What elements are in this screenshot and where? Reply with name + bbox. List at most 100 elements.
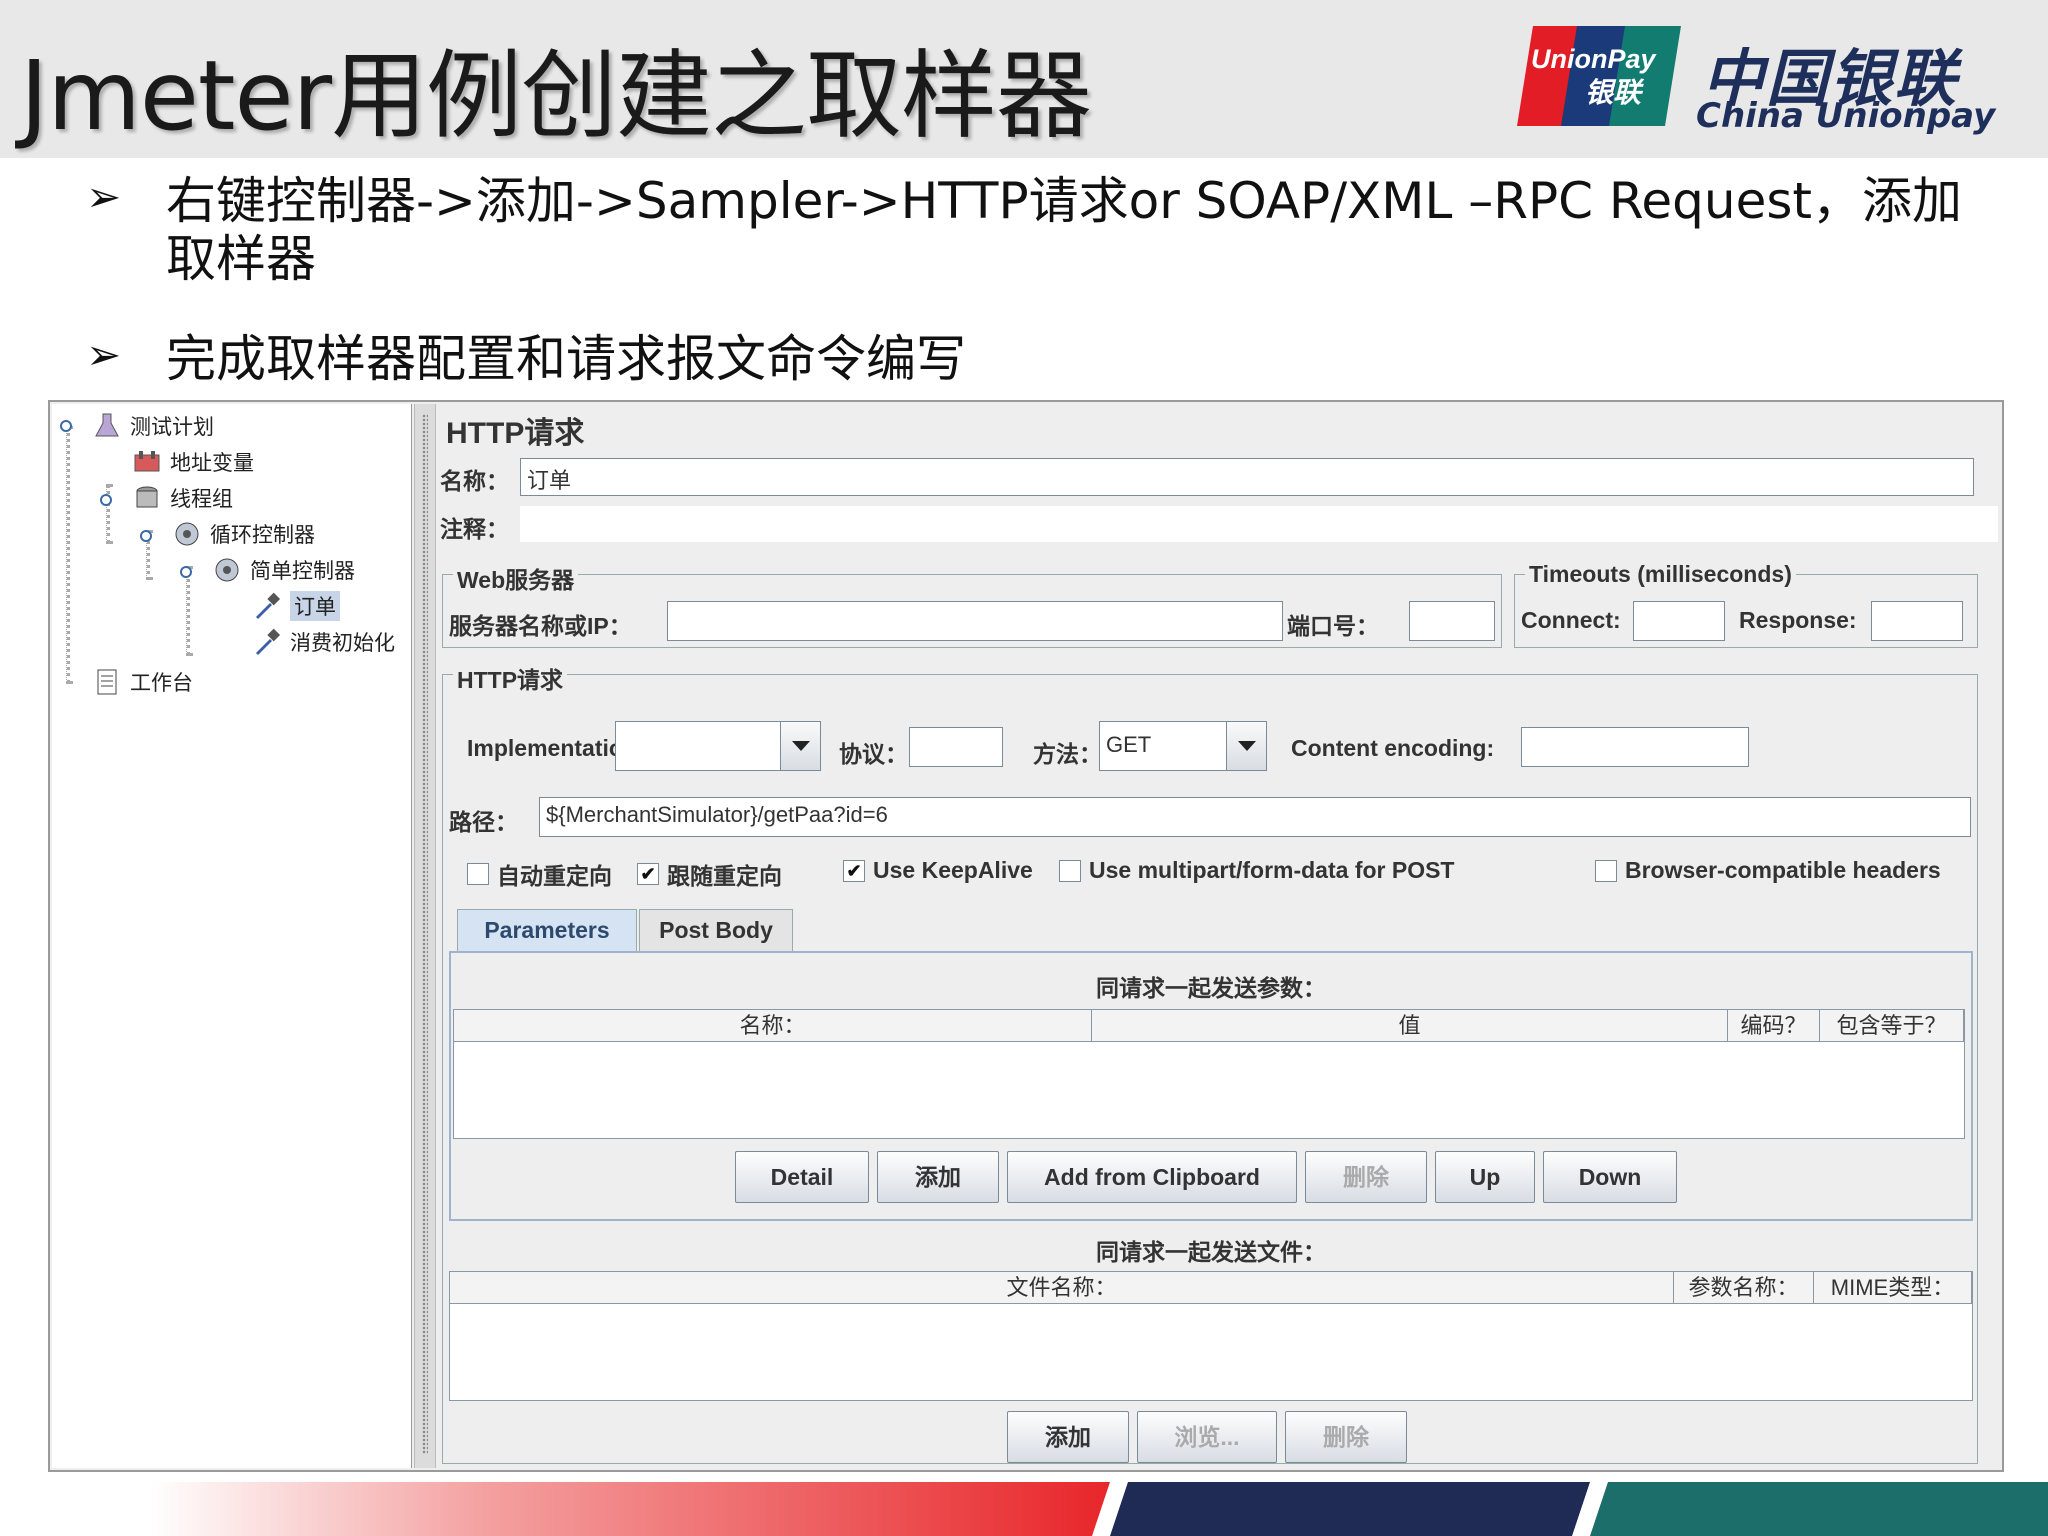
name-label: 名称： (440, 468, 509, 494)
jmeter-window: 测试计划 地址变量 线程组 循环控制器 简单控制器 订单 消费初始化 工作台 H… (48, 400, 2004, 1472)
tree-node-label: 工作台 (130, 672, 193, 695)
server-label: 服务器名称或IP： (449, 613, 632, 639)
add-param-button[interactable]: 添加 (877, 1151, 999, 1203)
tree-node-simple-controller[interactable]: 简单控制器 (212, 554, 355, 586)
checkbox-box[interactable]: ✔ (843, 859, 865, 882)
browse-button[interactable]: 浏览... (1137, 1411, 1277, 1463)
connect-label: Connect: (1521, 607, 1621, 633)
browser-headers-checkbox[interactable]: Browser-compatible headers (1595, 857, 1941, 884)
sampler-pipette-icon (256, 628, 281, 655)
protocol-field[interactable] (909, 727, 1003, 767)
splitter-grip (422, 414, 428, 1454)
checkbox-label: 跟随重定向 (667, 863, 782, 889)
multipart-checkbox[interactable]: Use multipart/form-data for POST (1059, 857, 1454, 884)
tree-node-label: 循环控制器 (210, 524, 315, 547)
bullet-arrow-icon: ➢ (86, 172, 122, 221)
checkbox-label: Browser-compatible headers (1625, 857, 1941, 883)
http-request-form: HTTP请求 名称： 订单 注释： Web服务器 服务器名称或IP： 端口号： … (438, 404, 2002, 1468)
web-server-group: Web服务器 服务器名称或IP： 端口号： (442, 561, 1502, 648)
config-element-icon (134, 451, 160, 472)
checkbox-box[interactable] (1059, 859, 1081, 882)
tree-node-loop-controller[interactable]: 循环控制器 (172, 518, 315, 550)
footer-band (150, 1482, 2048, 1536)
tree-expand-handle[interactable] (100, 494, 112, 506)
brand-name-en: China Unionpay (1696, 96, 1996, 136)
comment-label: 注释： (440, 516, 509, 542)
response-label: Response: (1739, 607, 1857, 633)
comment-field[interactable] (520, 506, 1998, 542)
keepalive-checkbox[interactable]: ✔ Use KeepAlive (843, 857, 1033, 884)
implementation-select[interactable] (615, 721, 821, 771)
method-label: 方法： (1033, 741, 1102, 767)
http-request-group: HTTP请求 Implementation: 协议： 方法： GET Conte… (442, 661, 1978, 1464)
simple-controller-icon (215, 558, 239, 582)
up-button[interactable]: Up (1435, 1151, 1535, 1203)
slide-title: Jmeter用例创建之取样器 (20, 40, 1092, 152)
sampler-pipette-icon (256, 592, 281, 619)
slide-header: Jmeter用例创建之取样器 UnionPay 银联 中国银联 China Un… (0, 0, 2048, 158)
add-from-clipboard-button[interactable]: Add from Clipboard (1007, 1151, 1297, 1203)
logo-text-en: UnionPay (1531, 44, 1658, 74)
port-field[interactable] (1409, 601, 1495, 641)
tree-node-label: 地址变量 (170, 452, 254, 475)
files-table[interactable]: 文件名称： 参数名称： MIME类型： (449, 1271, 1973, 1401)
path-label: 路径： (449, 809, 518, 835)
column-header-name[interactable]: 名称： (454, 1010, 1092, 1042)
method-select[interactable]: GET (1099, 721, 1267, 771)
checkbox-box[interactable] (1595, 859, 1617, 882)
http-request-group-title: HTTP请求 (453, 661, 568, 695)
column-header-encode[interactable]: 编码？ (1728, 1010, 1820, 1042)
path-field[interactable]: ${MerchantSimulator}/getPaa?id=6 (539, 797, 1971, 837)
column-header-mime-type[interactable]: MIME类型： (1814, 1272, 1972, 1304)
bullet-1-line-1: 右键控制器->添加->Sampler->HTTP请求or SOAP/XML –R… (166, 172, 1962, 230)
detail-button[interactable]: Detail (735, 1151, 869, 1203)
tree-expand-handle[interactable] (180, 566, 192, 578)
flask-icon (95, 413, 119, 437)
auto-redirect-checkbox[interactable]: 自动重定向 (467, 857, 612, 891)
protocol-label: 协议： (839, 741, 908, 767)
tree-node-consume-init[interactable]: 消费初始化 (252, 626, 395, 658)
tree-node-workbench[interactable]: 工作台 (92, 666, 193, 698)
chevron-down-icon[interactable] (780, 722, 820, 770)
tree-expand-handle[interactable] (60, 420, 72, 432)
bullet-1-line-2: 取样器 (166, 230, 316, 288)
loop-controller-icon (175, 522, 199, 546)
chevron-down-icon[interactable] (1226, 722, 1266, 770)
checkbox-box[interactable] (467, 863, 489, 885)
tree-node-thread-group[interactable]: 线程组 (132, 482, 233, 514)
unionpay-logo: UnionPay 银联 (1517, 26, 1681, 126)
bullet-arrow-icon: ➢ (86, 330, 122, 379)
server-field[interactable] (667, 601, 1283, 641)
encoding-field[interactable] (1521, 727, 1749, 767)
tab-parameters[interactable]: Parameters (457, 909, 637, 951)
tab-post-body[interactable]: Post Body (639, 909, 793, 951)
connect-field[interactable] (1633, 601, 1725, 641)
tree-node-address-variables[interactable]: 地址变量 (132, 446, 254, 478)
add-file-button[interactable]: 添加 (1007, 1411, 1129, 1463)
encoding-label: Content encoding: (1291, 735, 1495, 761)
tree-expand-handle[interactable] (140, 530, 152, 542)
column-header-value[interactable]: 值 (1092, 1010, 1728, 1042)
timeouts-group: Timeouts (milliseconds) Connect: Respons… (1514, 561, 1978, 648)
column-header-param-name[interactable]: 参数名称： (1674, 1272, 1814, 1304)
checkbox-box[interactable]: ✔ (637, 863, 659, 885)
pane-splitter[interactable] (414, 404, 436, 1468)
tree-node-test-plan[interactable]: 测试计划 (92, 410, 214, 442)
tree-node-label: 消费初始化 (290, 632, 395, 655)
delete-param-button[interactable]: 删除 (1305, 1151, 1427, 1203)
tree-node-order[interactable]: 订单 (252, 590, 340, 622)
parameters-table[interactable]: 名称： 值 编码？ 包含等于？ (453, 1009, 1965, 1139)
timeouts-title: Timeouts (milliseconds) (1525, 561, 1796, 588)
column-header-include-equals[interactable]: 包含等于？ (1820, 1010, 1964, 1042)
tree-node-label: 测试计划 (130, 416, 214, 439)
delete-file-button[interactable]: 删除 (1285, 1411, 1407, 1463)
slide: Jmeter用例创建之取样器 UnionPay 银联 中国银联 China Un… (0, 0, 2048, 1536)
column-header-file-name[interactable]: 文件名称： (450, 1272, 1674, 1304)
name-field[interactable]: 订单 (520, 458, 1974, 496)
down-button[interactable]: Down (1543, 1151, 1677, 1203)
tree-line (106, 484, 110, 544)
checkbox-label: Use KeepAlive (873, 857, 1033, 883)
parameters-panel: 同请求一起发送参数： 名称： 值 编码？ 包含等于？ Detail 添加 Add… (449, 951, 1973, 1221)
response-field[interactable] (1871, 601, 1963, 641)
follow-redirect-checkbox[interactable]: ✔ 跟随重定向 (637, 857, 782, 891)
